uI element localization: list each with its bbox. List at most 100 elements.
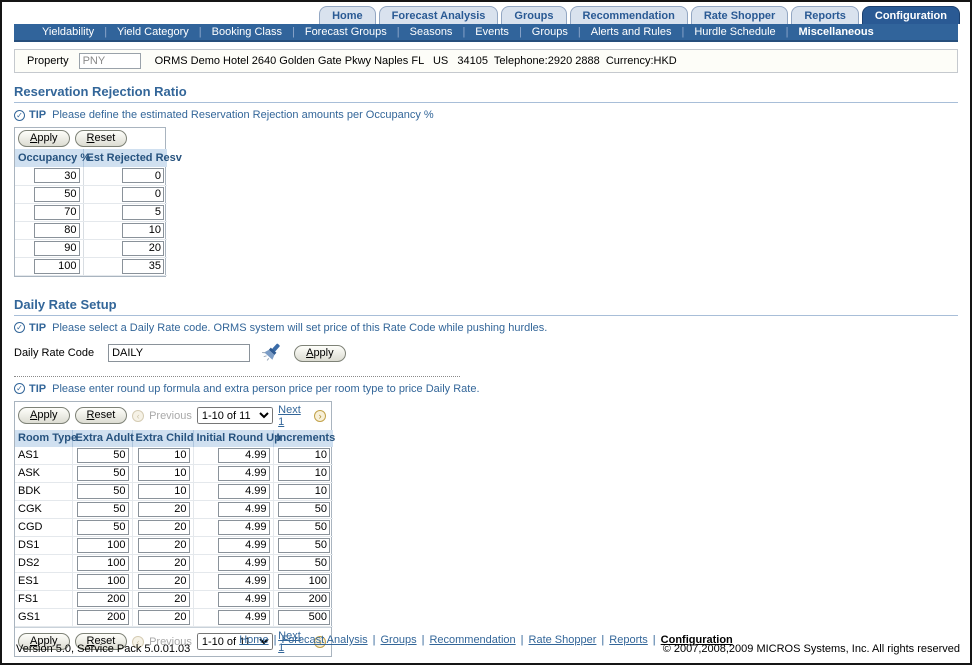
rejection-table-row (15, 167, 167, 185)
footer-link-groups[interactable]: Groups (381, 634, 417, 646)
tab-groups[interactable]: Groups (501, 6, 566, 24)
flashlight-lov-icon[interactable] (260, 341, 284, 366)
rejection-apply-button[interactable]: Apply (18, 130, 70, 147)
extra-child-input[interactable] (138, 520, 190, 535)
subnav-item-miscellaneous[interactable]: Miscellaneous (789, 26, 884, 38)
extra-adult-input[interactable] (77, 610, 129, 625)
extra-adult-input[interactable] (77, 520, 129, 535)
table-cell (273, 536, 333, 554)
increments-input[interactable] (278, 538, 330, 553)
table-cell (132, 590, 193, 608)
footer-link-recommendation[interactable]: Recommendation (429, 634, 515, 646)
extra-child-input[interactable] (138, 592, 190, 607)
est-rejected-input[interactable] (122, 187, 164, 202)
subnav-item-forecast-groups[interactable]: Forecast Groups (295, 26, 397, 38)
rejection-reset-button[interactable]: Reset (75, 130, 128, 147)
footer-link-rate-shopper[interactable]: Rate Shopper (529, 634, 597, 646)
table-cell (132, 464, 193, 482)
next-page-link[interactable]: Next 1 (278, 404, 309, 428)
initial-round-up-input[interactable] (218, 592, 270, 607)
increments-input[interactable] (278, 592, 330, 607)
initial-round-up-input[interactable] (218, 484, 270, 499)
est-rejected-input[interactable] (122, 205, 164, 220)
increments-input[interactable] (278, 574, 330, 589)
increments-input[interactable] (278, 484, 330, 499)
extra-adult-input[interactable] (77, 466, 129, 481)
tab-forecast-analysis[interactable]: Forecast Analysis (379, 6, 499, 24)
occupancy-input[interactable] (34, 205, 80, 220)
extra-adult-input[interactable] (77, 484, 129, 499)
table-cell (72, 572, 132, 590)
extra-adult-input[interactable] (77, 502, 129, 517)
est-rejected-input[interactable] (122, 223, 164, 238)
initial-round-up-input[interactable] (218, 556, 270, 571)
tab-reports[interactable]: Reports (791, 6, 859, 24)
rate-apply-button-top[interactable]: Apply (18, 407, 70, 424)
extra-child-input[interactable] (138, 466, 190, 481)
est-rejected-input[interactable] (122, 259, 164, 274)
increments-input[interactable] (278, 466, 330, 481)
extra-adult-input[interactable] (77, 538, 129, 553)
extra-child-input[interactable] (138, 502, 190, 517)
extra-child-input[interactable] (138, 538, 190, 553)
est-rejected-input[interactable] (122, 168, 164, 183)
subnav-item-yieldability[interactable]: Yieldability (32, 26, 104, 38)
table-cell (273, 554, 333, 572)
extra-adult-input[interactable] (77, 574, 129, 589)
pagination-range-select[interactable]: 1-10 of 11 (197, 407, 273, 424)
table-cell (72, 447, 132, 465)
extra-adult-input[interactable] (77, 448, 129, 463)
extra-child-input[interactable] (138, 556, 190, 571)
footer-link-home[interactable]: Home (239, 634, 268, 646)
initial-round-up-input[interactable] (218, 466, 270, 481)
tab-recommendation[interactable]: Recommendation (570, 6, 688, 24)
initial-round-up-input[interactable] (218, 538, 270, 553)
increments-input[interactable] (278, 502, 330, 517)
occupancy-input[interactable] (34, 241, 80, 256)
occupancy-input[interactable] (34, 223, 80, 238)
property-code-input[interactable] (79, 53, 141, 69)
extra-adult-input[interactable] (77, 556, 129, 571)
footer-link-forecast-analysis[interactable]: Forecast Analysis (281, 634, 367, 646)
tip-round-up-formula: ✓ TIP Please enter round up formula and … (14, 383, 958, 395)
tab-home[interactable]: Home (319, 6, 376, 24)
footer-link-reports[interactable]: Reports (609, 634, 648, 646)
subnav-item-booking-class[interactable]: Booking Class (202, 26, 292, 38)
increments-input[interactable] (278, 610, 330, 625)
subnav-item-yield-category[interactable]: Yield Category (107, 26, 199, 38)
next-page-icon[interactable]: › (314, 410, 326, 422)
table-cell (72, 590, 132, 608)
subnav-item-hurdle-schedule[interactable]: Hurdle Schedule (684, 26, 785, 38)
table-cell (273, 608, 333, 626)
table-cell (83, 239, 167, 257)
tab-configuration[interactable]: Configuration (862, 6, 960, 24)
occupancy-input[interactable] (34, 187, 80, 202)
subnav-item-events[interactable]: Events (465, 26, 519, 38)
tab-rate-shopper[interactable]: Rate Shopper (691, 6, 789, 24)
initial-round-up-input[interactable] (218, 610, 270, 625)
property-label: Property (27, 55, 69, 67)
increments-input[interactable] (278, 556, 330, 571)
est-rejected-input[interactable] (122, 241, 164, 256)
table-cell (72, 536, 132, 554)
daily-rate-code-input[interactable] (108, 344, 250, 362)
initial-round-up-input[interactable] (218, 448, 270, 463)
occupancy-input[interactable] (34, 259, 80, 274)
initial-round-up-input[interactable] (218, 520, 270, 535)
extra-child-input[interactable] (138, 448, 190, 463)
rejection-table-row (15, 221, 167, 239)
extra-child-input[interactable] (138, 574, 190, 589)
initial-round-up-input[interactable] (218, 574, 270, 589)
increments-input[interactable] (278, 448, 330, 463)
subnav-item-groups[interactable]: Groups (522, 26, 578, 38)
initial-round-up-input[interactable] (218, 502, 270, 517)
extra-child-input[interactable] (138, 610, 190, 625)
occupancy-input[interactable] (34, 168, 80, 183)
increments-input[interactable] (278, 520, 330, 535)
rate-reset-button-top[interactable]: Reset (75, 407, 128, 424)
subnav-item-seasons[interactable]: Seasons (400, 26, 463, 38)
subnav-item-alerts-and-rules[interactable]: Alerts and Rules (581, 26, 682, 38)
extra-adult-input[interactable] (77, 592, 129, 607)
extra-child-input[interactable] (138, 484, 190, 499)
daily-rate-apply-button[interactable]: Apply (294, 345, 346, 362)
